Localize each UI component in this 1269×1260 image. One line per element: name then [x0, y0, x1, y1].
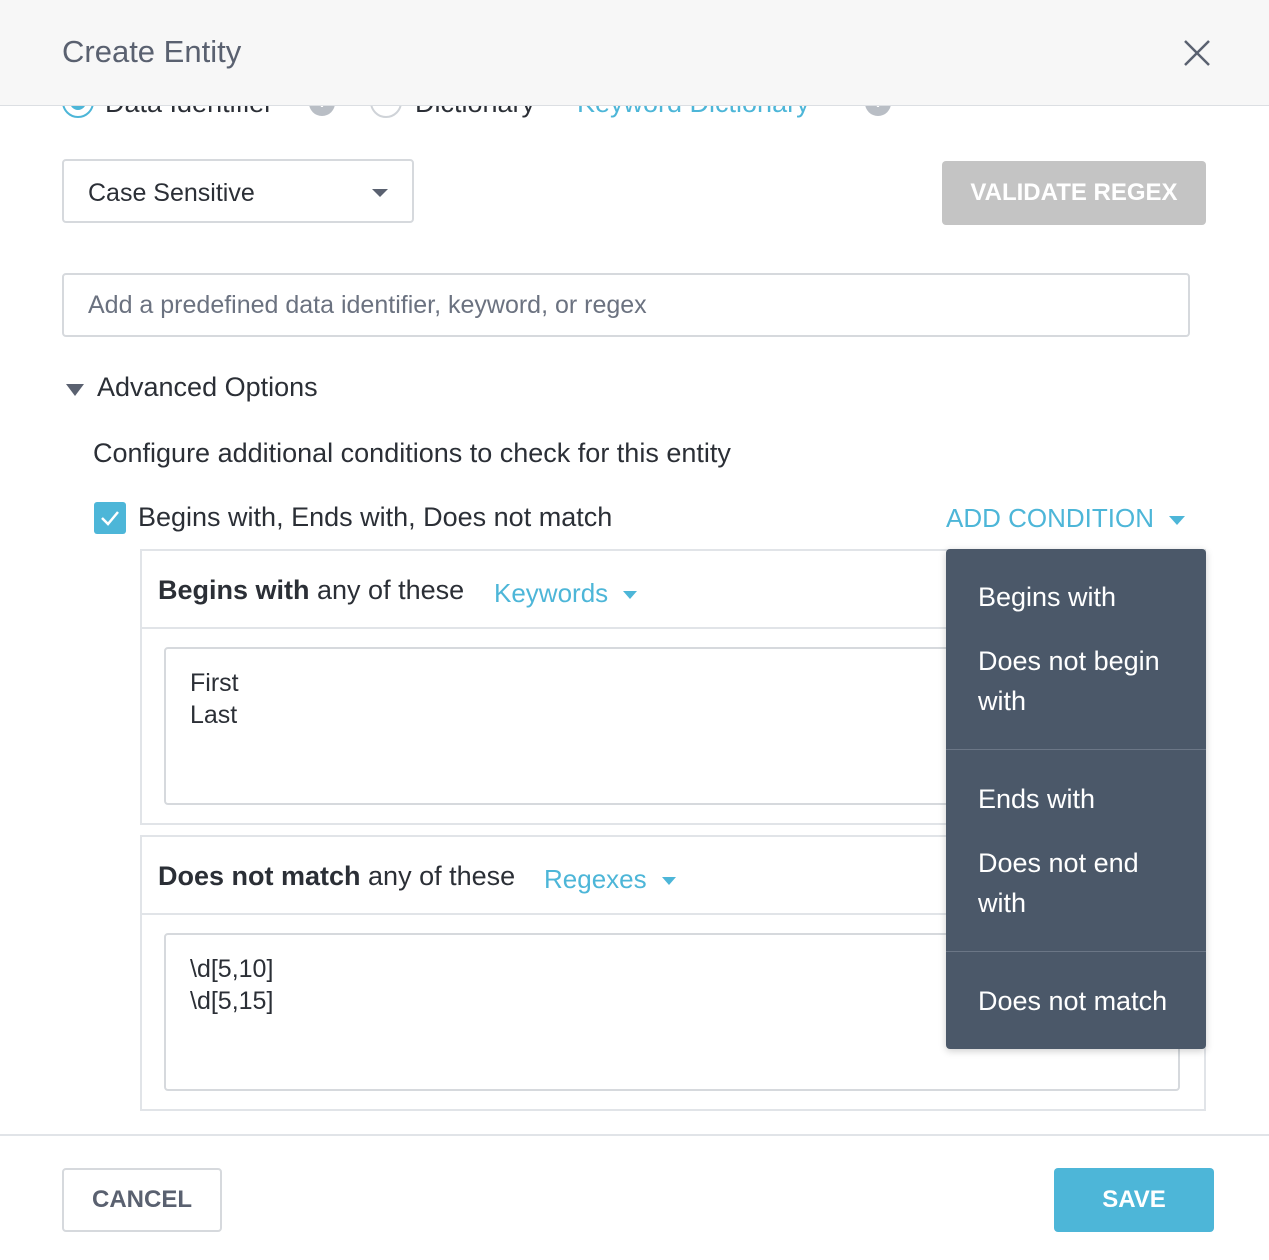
condition-title-bold: Does not match — [158, 861, 361, 891]
advanced-options-toggle[interactable]: Advanced Options — [66, 372, 366, 406]
conditions-checkbox-label: Begins with, Ends with, Does not match — [138, 502, 613, 532]
caret-down-icon — [1169, 515, 1186, 525]
radio-dictionary-label: Dictionary — [415, 106, 535, 119]
dialog-header: Create Entity — [0, 0, 1269, 106]
close-button[interactable] — [1180, 36, 1214, 70]
menu-divider — [946, 951, 1206, 952]
check-icon — [101, 511, 119, 526]
condition-title-bold: Begins with — [158, 575, 310, 605]
add-condition-menu: Begins with Does not begin with Ends wit… — [946, 549, 1206, 1049]
triangle-down-icon — [66, 384, 84, 396]
menu-item-ends-with[interactable]: Ends with — [946, 779, 1206, 819]
caret-down-icon — [623, 591, 638, 600]
menu-item-begins-with[interactable]: Begins with — [946, 577, 1206, 617]
advanced-options-title: Advanced Options — [97, 372, 318, 402]
keyword-dictionary-link[interactable]: Keyword Dictionary — [577, 106, 810, 119]
condition-title-rest: any of these — [360, 861, 516, 891]
condition-title: Does not match any of these — [158, 861, 515, 892]
condition-type-select[interactable]: Regexes — [544, 864, 676, 895]
menu-divider — [946, 749, 1206, 750]
menu-item-does-not-begin-with[interactable]: Does not begin with — [946, 641, 1206, 721]
case-sensitivity-select[interactable]: Case Sensitive — [62, 159, 414, 223]
menu-item-does-not-end-with[interactable]: Does not end with — [946, 843, 1206, 923]
advanced-options-description: Configure additional conditions to check… — [93, 438, 731, 468]
save-button[interactable]: SAVE — [1054, 1168, 1214, 1232]
condition-title-rest: any of these — [309, 575, 465, 605]
info-icon[interactable]: i — [309, 106, 335, 116]
menu-item-does-not-match[interactable]: Does not match — [946, 981, 1206, 1021]
cancel-button[interactable]: CANCEL — [62, 1168, 222, 1232]
dialog-footer: CANCEL SAVE — [0, 1134, 1269, 1260]
conditions-checkbox[interactable] — [94, 502, 126, 534]
radio-data-identifier[interactable] — [62, 106, 94, 118]
condition-title: Begins with any of these — [158, 575, 464, 606]
condition-type-label: Regexes — [544, 864, 647, 894]
condition-type-select[interactable]: Keywords — [494, 578, 638, 609]
dialog-title: Create Entity — [62, 34, 242, 69]
condition-type-label: Keywords — [494, 578, 609, 608]
caret-down-icon — [661, 877, 676, 886]
radio-data-identifier-label: Data Identifier — [105, 106, 273, 119]
dialog-body: Data Identifier i Dictionary Keyword Dic… — [0, 106, 1269, 1134]
radio-dictionary[interactable] — [370, 106, 402, 118]
add-condition-button[interactable]: ADD CONDITION — [946, 503, 1186, 534]
source-radio-group: Data Identifier i Dictionary Keyword Dic… — [0, 106, 1269, 128]
case-sensitivity-value: Case Sensitive — [88, 179, 255, 207]
add-condition-label: ADD CONDITION — [946, 503, 1154, 533]
entity-input[interactable] — [62, 273, 1190, 337]
close-icon[interactable] — [1180, 36, 1214, 70]
validate-regex-button[interactable]: VALIDATE REGEX — [942, 161, 1206, 225]
chevron-down-icon — [372, 189, 388, 197]
info-icon[interactable]: i — [865, 106, 891, 116]
